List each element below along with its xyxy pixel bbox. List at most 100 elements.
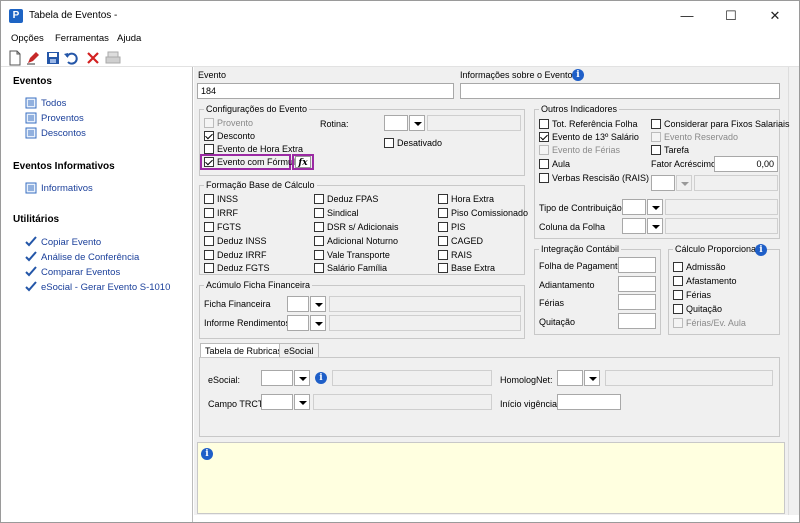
formacao-checkbox[interactable] <box>314 222 324 232</box>
formacao-checkbox[interactable] <box>438 208 448 218</box>
inicio-vigencia-input[interactable] <box>557 394 621 410</box>
coluna-folha-dropdown-button[interactable] <box>647 218 663 234</box>
provento-checkbox[interactable] <box>204 118 214 128</box>
formacao-label: Sindical <box>327 208 359 218</box>
new-document-icon[interactable] <box>7 50 23 66</box>
evento-input[interactable]: 184 <box>197 83 454 99</box>
edit-icon[interactable] <box>25 50 41 66</box>
salario13-label: Evento de 13º Salário <box>552 132 639 142</box>
campo-trct-input[interactable] <box>261 394 293 410</box>
campo-trct-dropdown-button[interactable] <box>294 394 310 410</box>
sidebar-item-comparar[interactable]: Comparar Eventos <box>41 267 120 278</box>
aula-checkbox[interactable] <box>539 159 549 169</box>
formacao-checkbox[interactable] <box>204 194 214 204</box>
fixos-checkbox[interactable] <box>651 119 661 129</box>
minimize-button[interactable]: — <box>665 1 709 31</box>
close-button[interactable]: ✕ <box>753 1 797 31</box>
maximize-button[interactable]: ☐ <box>709 1 753 31</box>
sidebar-item-informativos[interactable]: Informativos <box>41 183 93 194</box>
tab-esocial[interactable]: eSocial <box>279 343 319 357</box>
sidebar-item-analise[interactable]: Análise de Conferência <box>41 252 139 263</box>
integracao-input[interactable] <box>618 257 656 273</box>
informe-dropdown-button[interactable] <box>310 315 326 331</box>
salario13-checkbox[interactable] <box>539 132 549 142</box>
rotina-dropdown-button[interactable] <box>409 115 425 131</box>
tab-rubricas[interactable]: Tabela de Rubricas <box>200 343 288 357</box>
integracao-label: Férias <box>539 298 565 308</box>
formacao-checkbox[interactable] <box>438 236 448 246</box>
verbas-checkbox[interactable] <box>539 173 549 183</box>
formacao-label: DSR s/ Adicionais <box>327 222 399 232</box>
rotina-description <box>427 115 521 131</box>
tipo-contrib-description <box>665 199 778 215</box>
formacao-checkbox[interactable] <box>314 194 324 204</box>
tot-ref-checkbox[interactable] <box>539 119 549 129</box>
delete-icon[interactable] <box>85 50 101 66</box>
ferias-evento-checkbox[interactable] <box>539 145 549 155</box>
formula-checkbox[interactable] <box>204 157 214 167</box>
rotina-input[interactable] <box>384 115 408 131</box>
desconto-checkbox[interactable] <box>204 131 214 141</box>
fx-button[interactable]: fx <box>295 156 311 168</box>
sidebar-item-descontos[interactable]: Descontos <box>41 128 86 139</box>
formacao-checkbox[interactable] <box>314 250 324 260</box>
formacao-checkbox[interactable] <box>204 208 214 218</box>
ficha-dropdown-button[interactable] <box>310 296 326 312</box>
menu-opcoes[interactable]: Opções <box>11 33 44 44</box>
homolognet-input[interactable] <box>557 370 583 386</box>
scrollbar[interactable] <box>788 67 799 515</box>
info-icon[interactable]: i <box>755 244 767 256</box>
undo-icon[interactable] <box>63 50 79 66</box>
desconto-label: Desconto <box>217 131 256 141</box>
formacao-checkbox[interactable] <box>314 208 324 218</box>
esocial-dropdown-button[interactable] <box>294 370 310 386</box>
menu-ferramentas[interactable]: Ferramentas <box>55 33 109 44</box>
verbas-dropdown-button[interactable] <box>676 175 692 191</box>
integracao-input[interactable] <box>618 276 656 292</box>
sidebar-item-todos[interactable]: Todos <box>41 98 66 109</box>
homolognet-dropdown-button[interactable] <box>584 370 600 386</box>
calculo-checkbox[interactable] <box>673 276 683 286</box>
formacao-checkbox[interactable] <box>204 250 214 260</box>
info-icon[interactable]: i <box>315 372 327 384</box>
formacao-label: Adicional Noturno <box>327 236 399 246</box>
tipo-contrib-input[interactable] <box>622 199 646 215</box>
integracao-input[interactable] <box>618 313 656 329</box>
fator-input[interactable]: 0,00 <box>714 156 778 172</box>
formacao-checkbox[interactable] <box>438 194 448 204</box>
sidebar-item-proventos[interactable]: Proventos <box>41 113 84 124</box>
esocial-input[interactable] <box>261 370 293 386</box>
sidebar-item-copiar-evento[interactable]: Copiar Evento <box>41 237 101 248</box>
print-icon[interactable] <box>105 50 121 66</box>
formacao-checkbox[interactable] <box>438 250 448 260</box>
reservado-checkbox[interactable] <box>651 132 661 142</box>
homolognet-label: HomologNet: <box>500 375 553 385</box>
formacao-checkbox[interactable] <box>204 263 214 273</box>
list-icon <box>25 182 37 194</box>
calculo-checkbox[interactable] <box>673 262 683 272</box>
calculo-checkbox[interactable] <box>673 318 683 328</box>
menu-ajuda[interactable]: Ajuda <box>117 33 141 44</box>
integracao-input[interactable] <box>618 294 656 310</box>
informe-input[interactable] <box>287 315 309 331</box>
coluna-folha-input[interactable] <box>622 218 646 234</box>
formacao-checkbox[interactable] <box>438 222 448 232</box>
calculo-checkbox[interactable] <box>673 304 683 314</box>
info-icon[interactable]: i <box>572 69 584 81</box>
tipo-contrib-dropdown-button[interactable] <box>647 199 663 215</box>
formacao-checkbox[interactable] <box>314 263 324 273</box>
formacao-checkbox[interactable] <box>204 236 214 246</box>
ficha-input[interactable] <box>287 296 309 312</box>
tarefa-checkbox[interactable] <box>651 145 661 155</box>
formacao-checkbox[interactable] <box>438 263 448 273</box>
desativado-checkbox[interactable] <box>384 138 394 148</box>
hora-extra-checkbox[interactable] <box>204 144 214 154</box>
save-icon[interactable] <box>45 50 61 66</box>
info-evento-input[interactable] <box>460 83 780 99</box>
sidebar-item-esocial-s1010[interactable]: eSocial - Gerar Evento S-1010 <box>41 282 170 293</box>
verbas-code-input[interactable] <box>651 175 675 191</box>
formacao-checkbox[interactable] <box>204 222 214 232</box>
notes-area[interactable] <box>197 442 785 514</box>
calculo-checkbox[interactable] <box>673 290 683 300</box>
formacao-checkbox[interactable] <box>314 236 324 246</box>
